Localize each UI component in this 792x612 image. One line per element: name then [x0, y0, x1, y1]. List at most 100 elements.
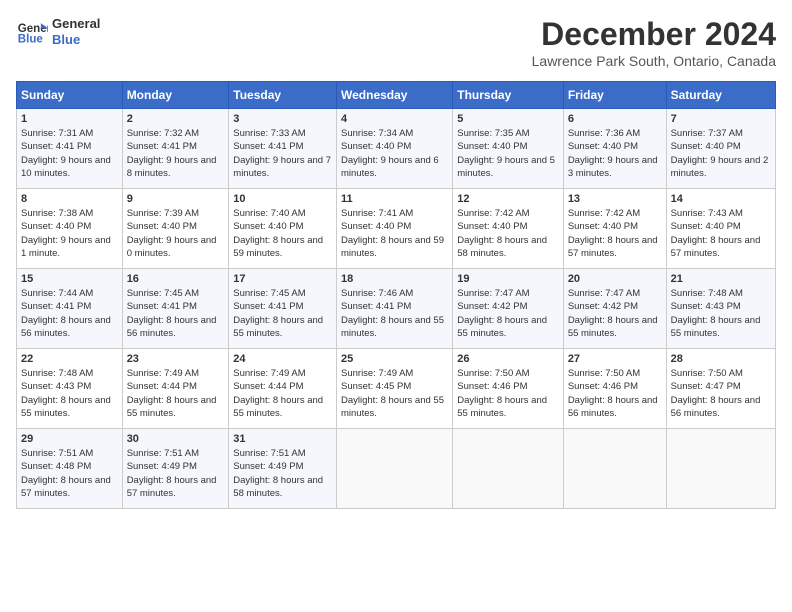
day-info: Sunrise: 7:40 AM Sunset: 4:40 PM Dayligh…	[233, 208, 323, 259]
calendar-cell: 19 Sunrise: 7:47 AM Sunset: 4:42 PM Dayl…	[453, 269, 564, 349]
day-number: 23	[127, 353, 225, 365]
calendar-cell: 25 Sunrise: 7:49 AM Sunset: 4:45 PM Dayl…	[337, 349, 453, 429]
calendar-cell	[337, 429, 453, 509]
day-info: Sunrise: 7:47 AM Sunset: 4:42 PM Dayligh…	[568, 288, 658, 339]
col-header-wednesday: Wednesday	[337, 82, 453, 109]
day-info: Sunrise: 7:38 AM Sunset: 4:40 PM Dayligh…	[21, 208, 111, 259]
calendar-cell: 29 Sunrise: 7:51 AM Sunset: 4:48 PM Dayl…	[17, 429, 123, 509]
day-number: 30	[127, 433, 225, 445]
day-number: 19	[457, 273, 559, 285]
day-info: Sunrise: 7:47 AM Sunset: 4:42 PM Dayligh…	[457, 288, 547, 339]
day-number: 14	[671, 193, 771, 205]
col-header-sunday: Sunday	[17, 82, 123, 109]
day-info: Sunrise: 7:33 AM Sunset: 4:41 PM Dayligh…	[233, 128, 331, 179]
day-info: Sunrise: 7:48 AM Sunset: 4:43 PM Dayligh…	[671, 288, 761, 339]
calendar-cell: 4 Sunrise: 7:34 AM Sunset: 4:40 PM Dayli…	[337, 109, 453, 189]
calendar-cell: 31 Sunrise: 7:51 AM Sunset: 4:49 PM Dayl…	[229, 429, 337, 509]
day-info: Sunrise: 7:51 AM Sunset: 4:48 PM Dayligh…	[21, 448, 111, 499]
day-number: 3	[233, 113, 332, 125]
month-title: December 2024	[532, 16, 776, 53]
day-info: Sunrise: 7:50 AM Sunset: 4:46 PM Dayligh…	[457, 368, 547, 419]
day-number: 25	[341, 353, 448, 365]
day-info: Sunrise: 7:32 AM Sunset: 4:41 PM Dayligh…	[127, 128, 217, 179]
calendar-cell: 20 Sunrise: 7:47 AM Sunset: 4:42 PM Dayl…	[563, 269, 666, 349]
logo-text-general: General	[52, 16, 100, 32]
day-info: Sunrise: 7:34 AM Sunset: 4:40 PM Dayligh…	[341, 128, 439, 179]
calendar-cell: 10 Sunrise: 7:40 AM Sunset: 4:40 PM Dayl…	[229, 189, 337, 269]
day-info: Sunrise: 7:35 AM Sunset: 4:40 PM Dayligh…	[457, 128, 555, 179]
calendar-cell: 8 Sunrise: 7:38 AM Sunset: 4:40 PM Dayli…	[17, 189, 123, 269]
col-header-friday: Friday	[563, 82, 666, 109]
calendar-cell: 28 Sunrise: 7:50 AM Sunset: 4:47 PM Dayl…	[666, 349, 775, 429]
day-number: 22	[21, 353, 118, 365]
calendar-cell: 3 Sunrise: 7:33 AM Sunset: 4:41 PM Dayli…	[229, 109, 337, 189]
day-number: 7	[671, 113, 771, 125]
day-info: Sunrise: 7:39 AM Sunset: 4:40 PM Dayligh…	[127, 208, 217, 259]
calendar-cell: 9 Sunrise: 7:39 AM Sunset: 4:40 PM Dayli…	[122, 189, 229, 269]
day-number: 29	[21, 433, 118, 445]
calendar-week-row: 15 Sunrise: 7:44 AM Sunset: 4:41 PM Dayl…	[17, 269, 776, 349]
day-number: 27	[568, 353, 662, 365]
day-number: 11	[341, 193, 448, 205]
day-info: Sunrise: 7:37 AM Sunset: 4:40 PM Dayligh…	[671, 128, 769, 179]
day-number: 24	[233, 353, 332, 365]
location-text: Lawrence Park South, Ontario, Canada	[532, 53, 776, 69]
day-number: 21	[671, 273, 771, 285]
day-number: 8	[21, 193, 118, 205]
day-number: 4	[341, 113, 448, 125]
day-number: 16	[127, 273, 225, 285]
day-info: Sunrise: 7:49 AM Sunset: 4:45 PM Dayligh…	[341, 368, 444, 419]
logo-text-blue: Blue	[52, 32, 100, 48]
calendar-cell	[666, 429, 775, 509]
day-number: 1	[21, 113, 118, 125]
day-info: Sunrise: 7:49 AM Sunset: 4:44 PM Dayligh…	[127, 368, 217, 419]
day-info: Sunrise: 7:50 AM Sunset: 4:46 PM Dayligh…	[568, 368, 658, 419]
calendar-cell: 7 Sunrise: 7:37 AM Sunset: 4:40 PM Dayli…	[666, 109, 775, 189]
svg-text:Blue: Blue	[18, 34, 44, 46]
calendar-cell: 23 Sunrise: 7:49 AM Sunset: 4:44 PM Dayl…	[122, 349, 229, 429]
calendar-cell: 30 Sunrise: 7:51 AM Sunset: 4:49 PM Dayl…	[122, 429, 229, 509]
day-info: Sunrise: 7:51 AM Sunset: 4:49 PM Dayligh…	[233, 448, 323, 499]
calendar-cell: 22 Sunrise: 7:48 AM Sunset: 4:43 PM Dayl…	[17, 349, 123, 429]
calendar-cell: 13 Sunrise: 7:42 AM Sunset: 4:40 PM Dayl…	[563, 189, 666, 269]
calendar-cell: 17 Sunrise: 7:45 AM Sunset: 4:41 PM Dayl…	[229, 269, 337, 349]
calendar-cell: 1 Sunrise: 7:31 AM Sunset: 4:41 PM Dayli…	[17, 109, 123, 189]
day-number: 26	[457, 353, 559, 365]
calendar-cell: 5 Sunrise: 7:35 AM Sunset: 4:40 PM Dayli…	[453, 109, 564, 189]
calendar-table: SundayMondayTuesdayWednesdayThursdayFrid…	[16, 81, 776, 509]
calendar-week-row: 22 Sunrise: 7:48 AM Sunset: 4:43 PM Dayl…	[17, 349, 776, 429]
day-number: 31	[233, 433, 332, 445]
day-info: Sunrise: 7:51 AM Sunset: 4:49 PM Dayligh…	[127, 448, 217, 499]
calendar-week-row: 1 Sunrise: 7:31 AM Sunset: 4:41 PM Dayli…	[17, 109, 776, 189]
day-info: Sunrise: 7:48 AM Sunset: 4:43 PM Dayligh…	[21, 368, 111, 419]
page-header: General Blue General Blue December 2024 …	[16, 16, 776, 69]
calendar-cell: 21 Sunrise: 7:48 AM Sunset: 4:43 PM Dayl…	[666, 269, 775, 349]
day-info: Sunrise: 7:44 AM Sunset: 4:41 PM Dayligh…	[21, 288, 111, 339]
calendar-cell: 24 Sunrise: 7:49 AM Sunset: 4:44 PM Dayl…	[229, 349, 337, 429]
calendar-header-row: SundayMondayTuesdayWednesdayThursdayFrid…	[17, 82, 776, 109]
col-header-tuesday: Tuesday	[229, 82, 337, 109]
day-number: 9	[127, 193, 225, 205]
calendar-cell: 11 Sunrise: 7:41 AM Sunset: 4:40 PM Dayl…	[337, 189, 453, 269]
day-info: Sunrise: 7:42 AM Sunset: 4:40 PM Dayligh…	[568, 208, 658, 259]
day-number: 28	[671, 353, 771, 365]
calendar-cell	[453, 429, 564, 509]
day-info: Sunrise: 7:31 AM Sunset: 4:41 PM Dayligh…	[21, 128, 111, 179]
calendar-cell: 16 Sunrise: 7:45 AM Sunset: 4:41 PM Dayl…	[122, 269, 229, 349]
calendar-cell	[563, 429, 666, 509]
col-header-saturday: Saturday	[666, 82, 775, 109]
day-info: Sunrise: 7:43 AM Sunset: 4:40 PM Dayligh…	[671, 208, 761, 259]
day-info: Sunrise: 7:50 AM Sunset: 4:47 PM Dayligh…	[671, 368, 761, 419]
day-number: 15	[21, 273, 118, 285]
col-header-monday: Monday	[122, 82, 229, 109]
logo-icon: General Blue	[16, 16, 48, 48]
day-info: Sunrise: 7:49 AM Sunset: 4:44 PM Dayligh…	[233, 368, 323, 419]
day-number: 12	[457, 193, 559, 205]
day-info: Sunrise: 7:46 AM Sunset: 4:41 PM Dayligh…	[341, 288, 444, 339]
title-block: December 2024 Lawrence Park South, Ontar…	[532, 16, 776, 69]
day-info: Sunrise: 7:36 AM Sunset: 4:40 PM Dayligh…	[568, 128, 658, 179]
day-info: Sunrise: 7:42 AM Sunset: 4:40 PM Dayligh…	[457, 208, 547, 259]
day-info: Sunrise: 7:41 AM Sunset: 4:40 PM Dayligh…	[341, 208, 444, 259]
calendar-cell: 27 Sunrise: 7:50 AM Sunset: 4:46 PM Dayl…	[563, 349, 666, 429]
calendar-cell: 2 Sunrise: 7:32 AM Sunset: 4:41 PM Dayli…	[122, 109, 229, 189]
